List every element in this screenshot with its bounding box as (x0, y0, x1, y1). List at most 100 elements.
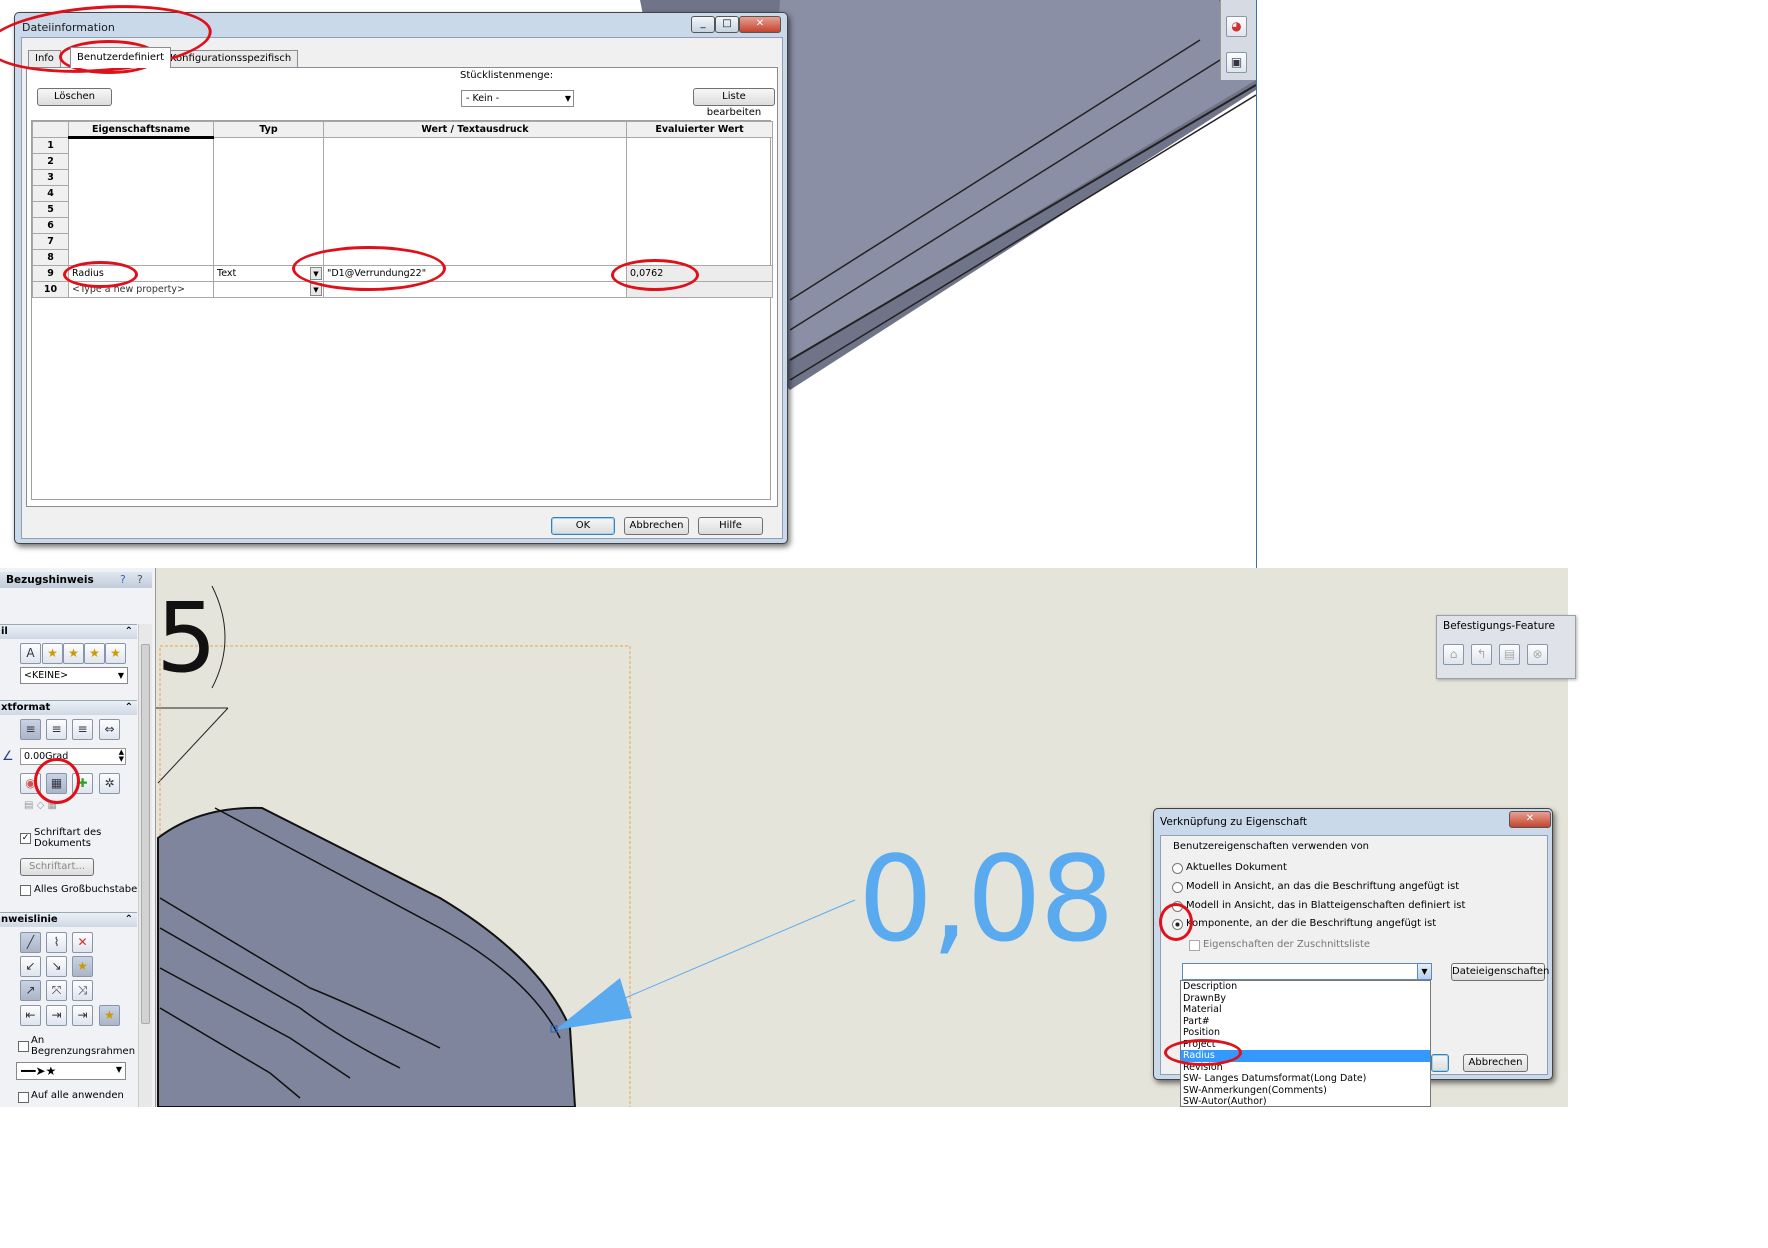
leader-multi-icon[interactable]: ⤧ (46, 980, 67, 1001)
boss-icon[interactable]: ⌂ (1443, 644, 1464, 665)
apply-style-icon[interactable]: A (20, 643, 41, 664)
help-button[interactable]: Hilfe (698, 517, 763, 535)
whats-wrong-icon[interactable]: ? (137, 573, 143, 586)
value-cell[interactable] (323, 185, 627, 202)
eval-cell[interactable] (626, 169, 773, 186)
list-item[interactable]: SW- Langes Datumsformat(Long Date) (1181, 1073, 1430, 1085)
leader-align-right-icon[interactable]: ⇥ (72, 1005, 93, 1026)
minimize-button[interactable]: _ (691, 16, 715, 33)
type-cell[interactable]: ▼ (213, 281, 324, 298)
value-cell[interactable] (323, 201, 627, 218)
property-name-cell[interactable] (68, 185, 214, 202)
list-item[interactable]: SW-Autor(Author) (1181, 1096, 1430, 1106)
delete-style-icon[interactable]: ★ (63, 643, 84, 664)
justify-icon[interactable]: ⇔ (99, 719, 120, 740)
value-cell[interactable] (323, 153, 627, 170)
eval-cell[interactable] (626, 137, 773, 154)
leader-all-icon[interactable]: ⤨ (72, 980, 93, 1001)
list-item[interactable]: Material (1181, 1004, 1430, 1016)
leader-left-icon[interactable]: ↙ (20, 956, 41, 977)
font-button[interactable]: Schriftart... (20, 858, 94, 876)
help-icon[interactable]: ? (120, 573, 126, 586)
table-row[interactable]: 5 (32, 201, 773, 218)
leader-attach-icon[interactable]: ↗ (20, 980, 41, 1001)
pm-scrollbar[interactable] (138, 624, 152, 1107)
type-cell[interactable] (213, 217, 324, 234)
rib-icon[interactable]: ▤ (1499, 644, 1520, 665)
list-item[interactable]: Position (1181, 1027, 1430, 1039)
delete-button[interactable]: Löschen (37, 88, 112, 106)
eval-cell[interactable] (626, 233, 773, 250)
style-section-header[interactable]: il ⌃ (0, 624, 137, 639)
angle-input[interactable]: 0.00Grad ▲ ▼ (20, 748, 126, 765)
list-item[interactable]: DrawnBy (1181, 993, 1430, 1005)
table-row[interactable]: 3 (32, 169, 773, 186)
doc-font-checkbox[interactable]: ✓ (20, 833, 31, 844)
cancel-button[interactable]: Abbrechen (624, 517, 689, 535)
property-name-cell[interactable] (68, 217, 214, 234)
list-item[interactable]: Description (1181, 981, 1430, 993)
radio-model-attached[interactable] (1172, 882, 1183, 893)
text-format-header[interactable]: xtformat ⌃ (0, 700, 137, 715)
ok-button[interactable]: OK (551, 517, 615, 535)
leader-align-center-icon[interactable]: ⇥ (46, 1005, 67, 1026)
leader-nearest-icon[interactable]: ★ (72, 956, 93, 977)
type-cell[interactable] (213, 169, 324, 186)
leader-section-header[interactable]: nweislinie ⌃ (0, 912, 137, 927)
scene-icon[interactable]: ▣ (1226, 52, 1247, 73)
eval-cell[interactable] (626, 153, 773, 170)
apply-all-checkbox[interactable] (18, 1092, 29, 1103)
table-row[interactable]: 2 (32, 153, 773, 170)
radio-current-doc[interactable] (1172, 863, 1183, 874)
maximize-button[interactable]: □ (715, 16, 739, 33)
style-select[interactable]: <KEINE> ▼ (20, 667, 128, 684)
appearance-icon[interactable]: ◕ (1226, 16, 1247, 37)
col-header-value[interactable]: Wert / Textausdruck (323, 121, 627, 138)
leader-right-icon[interactable]: ↘ (46, 956, 67, 977)
arrow-style-select[interactable]: ━━➤★ ▼ (16, 1062, 126, 1080)
border-checkbox[interactable] (18, 1041, 29, 1052)
tab-custom[interactable]: Benutzerdefiniert (70, 47, 172, 68)
cutlist-checkbox[interactable] (1189, 940, 1200, 951)
eval-cell[interactable] (626, 185, 773, 202)
col-header-name[interactable]: Eigenschaftsname (68, 121, 214, 139)
col-header-type[interactable]: Typ (213, 121, 324, 138)
link-cancel-button[interactable]: Abbrechen (1463, 1054, 1528, 1072)
value-cell[interactable] (323, 169, 627, 186)
no-leader-icon[interactable]: ✕ (72, 932, 93, 953)
type-cell[interactable] (213, 233, 324, 250)
table-row[interactable]: 1 (32, 137, 773, 154)
property-name-cell[interactable] (68, 137, 214, 154)
type-cell[interactable] (213, 185, 324, 202)
note-annotation[interactable]: 0,08 (858, 834, 1115, 964)
scroll-thumb[interactable] (141, 644, 150, 1024)
leader-align-left-icon[interactable]: ⇤ (20, 1005, 41, 1026)
table-row[interactable]: 4 (32, 185, 773, 202)
property-name-cell[interactable] (68, 233, 214, 250)
spin-icon[interactable]: ▲ ▼ (119, 749, 124, 763)
lock-symbol-icon[interactable]: ✲ (99, 773, 120, 794)
add-style-icon[interactable]: ★ (42, 643, 63, 664)
file-props-button[interactable]: Dateieigenschaften (1451, 963, 1549, 981)
eval-cell[interactable] (626, 217, 773, 234)
save-style-icon[interactable]: ★ (84, 643, 105, 664)
ok-button-hidden[interactable] (1431, 1054, 1449, 1072)
property-combo[interactable]: ▼ (1182, 963, 1432, 980)
close-button[interactable]: ✕ (1509, 811, 1551, 828)
type-cell[interactable] (213, 201, 324, 218)
leader-bent-icon[interactable]: ⌇ (46, 932, 67, 953)
list-item[interactable]: SW-Anmerkungen(Comments) (1181, 1085, 1430, 1097)
align-right-icon[interactable]: ≡ (72, 719, 93, 740)
property-name-cell[interactable] (68, 153, 214, 170)
leader-style-icon[interactable]: ★ (99, 1005, 120, 1026)
eval-cell[interactable] (626, 201, 773, 218)
hook-icon[interactable]: ↰ (1471, 644, 1492, 665)
value-cell[interactable] (323, 137, 627, 154)
edit-list-button[interactable]: Liste bearbeiten (693, 88, 775, 118)
type-cell[interactable] (213, 137, 324, 154)
close-button[interactable]: ✕ (739, 16, 781, 33)
align-left-icon[interactable]: ≡ (20, 719, 41, 740)
type-cell[interactable] (213, 153, 324, 170)
align-center-icon[interactable]: ≡ (46, 719, 67, 740)
table-row[interactable]: 7 (32, 233, 773, 250)
